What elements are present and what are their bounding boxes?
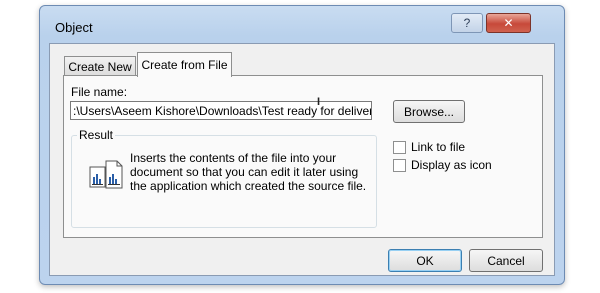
title-bar[interactable]: Object ? ✕	[40, 6, 564, 36]
ibeam-cursor-icon: I	[317, 96, 321, 108]
cancel-button[interactable]: Cancel	[469, 249, 543, 272]
display-as-icon-label: Display as icon	[411, 158, 492, 172]
tab-create-new-label: Create New	[68, 59, 132, 74]
link-to-file-label: Link to file	[411, 140, 466, 154]
tab-create-from-file-label: Create from File	[141, 58, 228, 72]
dialog-client-area: Create New Create from File File name: :…	[49, 43, 555, 276]
help-icon: ?	[463, 16, 471, 30]
tab-create-from-file[interactable]: Create from File	[137, 52, 232, 77]
help-button[interactable]: ?	[451, 13, 483, 33]
result-label: Result	[77, 128, 116, 142]
tab-panel: File name: :\Users\Aseem Kishore\Downloa…	[63, 75, 543, 238]
link-to-file-box[interactable]	[393, 140, 406, 154]
tab-create-new[interactable]: Create New	[64, 56, 136, 76]
embedded-document-icon	[89, 160, 123, 189]
close-icon: ✕	[503, 16, 514, 30]
close-button[interactable]: ✕	[486, 13, 531, 33]
link-to-file-checkbox[interactable]: Link to file	[393, 140, 465, 154]
object-dialog: Object ? ✕ Create New Create from File F…	[39, 5, 565, 285]
result-description: Inserts the contents of the file into yo…	[130, 151, 367, 193]
browse-button[interactable]: Browse...	[393, 100, 465, 123]
dialog-title: Object	[55, 20, 93, 35]
result-group: Result Inserts the contents of the file …	[71, 128, 377, 228]
display-as-icon-box[interactable]	[393, 158, 406, 172]
file-name-input[interactable]: :\Users\Aseem Kishore\Downloads\Test rea…	[70, 101, 372, 120]
ok-button[interactable]: OK	[388, 249, 462, 272]
display-as-icon-checkbox[interactable]: Display as icon	[393, 158, 492, 172]
file-name-label: File name:	[71, 85, 128, 99]
